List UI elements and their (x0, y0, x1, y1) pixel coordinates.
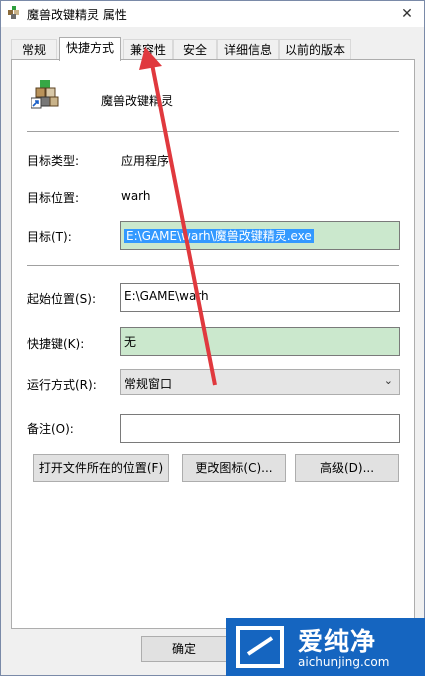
tab-strip: 常规 快捷方式 兼容性 安全 详细信息 以前的版本 (11, 37, 415, 61)
advanced-button[interactable]: 高级(D)... (295, 454, 399, 482)
divider (27, 131, 399, 132)
ok-button[interactable]: 确定 (141, 636, 227, 662)
hotkey-input[interactable]: 无 (120, 327, 400, 356)
close-button[interactable]: ✕ (390, 1, 424, 27)
chevron-down-icon: ⌄ (383, 374, 393, 387)
shortcut-name: 魔兽改键精灵 (101, 94, 174, 108)
watermark-name: 爱纯净 (298, 627, 377, 656)
target-input[interactable]: E:\GAME\warh\魔兽改键精灵.exe (120, 221, 400, 250)
divider (27, 265, 399, 266)
logo-icon (236, 626, 284, 668)
hotkey-label: 快捷键(K): (27, 337, 85, 351)
tab-general[interactable]: 常规 (11, 39, 57, 59)
tab-details[interactable]: 详细信息 (217, 39, 279, 59)
tab-security[interactable]: 安全 (173, 39, 217, 59)
tab-shortcut[interactable]: 快捷方式 (59, 37, 121, 61)
properties-dialog: 魔兽改键精灵 属性 ✕ 常规 快捷方式 兼容性 安全 详细信息 以前的版本 魔兽… (0, 0, 425, 676)
watermark-url: aichunjing.com (298, 655, 390, 669)
target-location-value: warh (121, 189, 151, 203)
target-type-value: 应用程序 (121, 154, 170, 168)
start-in-label: 起始位置(S): (27, 292, 97, 306)
target-input-value: E:\GAME\warh\魔兽改键精灵.exe (124, 229, 314, 243)
open-file-location-button[interactable]: 打开文件所在的位置(F) (33, 454, 169, 482)
tab-compatibility[interactable]: 兼容性 (123, 39, 173, 59)
title-bar[interactable]: 魔兽改键精灵 属性 ✕ (1, 1, 424, 27)
window-title: 魔兽改键精灵 属性 (27, 8, 127, 22)
start-in-input[interactable]: E:\GAME\warh (120, 283, 400, 312)
app-icon (8, 6, 19, 19)
comment-label: 备注(O): (27, 422, 74, 436)
run-select-value: 常规窗口 (124, 377, 173, 391)
shortcut-app-icon (31, 80, 59, 109)
tab-previous-versions[interactable]: 以前的版本 (279, 39, 351, 59)
target-location-label: 目标位置: (27, 191, 80, 205)
target-type-label: 目标类型: (27, 154, 80, 168)
comment-input[interactable] (120, 414, 400, 443)
target-label: 目标(T): (27, 230, 72, 244)
run-label: 运行方式(R): (27, 378, 97, 392)
change-icon-button[interactable]: 更改图标(C)... (182, 454, 286, 482)
run-select[interactable]: 常规窗口 ⌄ (120, 369, 400, 395)
